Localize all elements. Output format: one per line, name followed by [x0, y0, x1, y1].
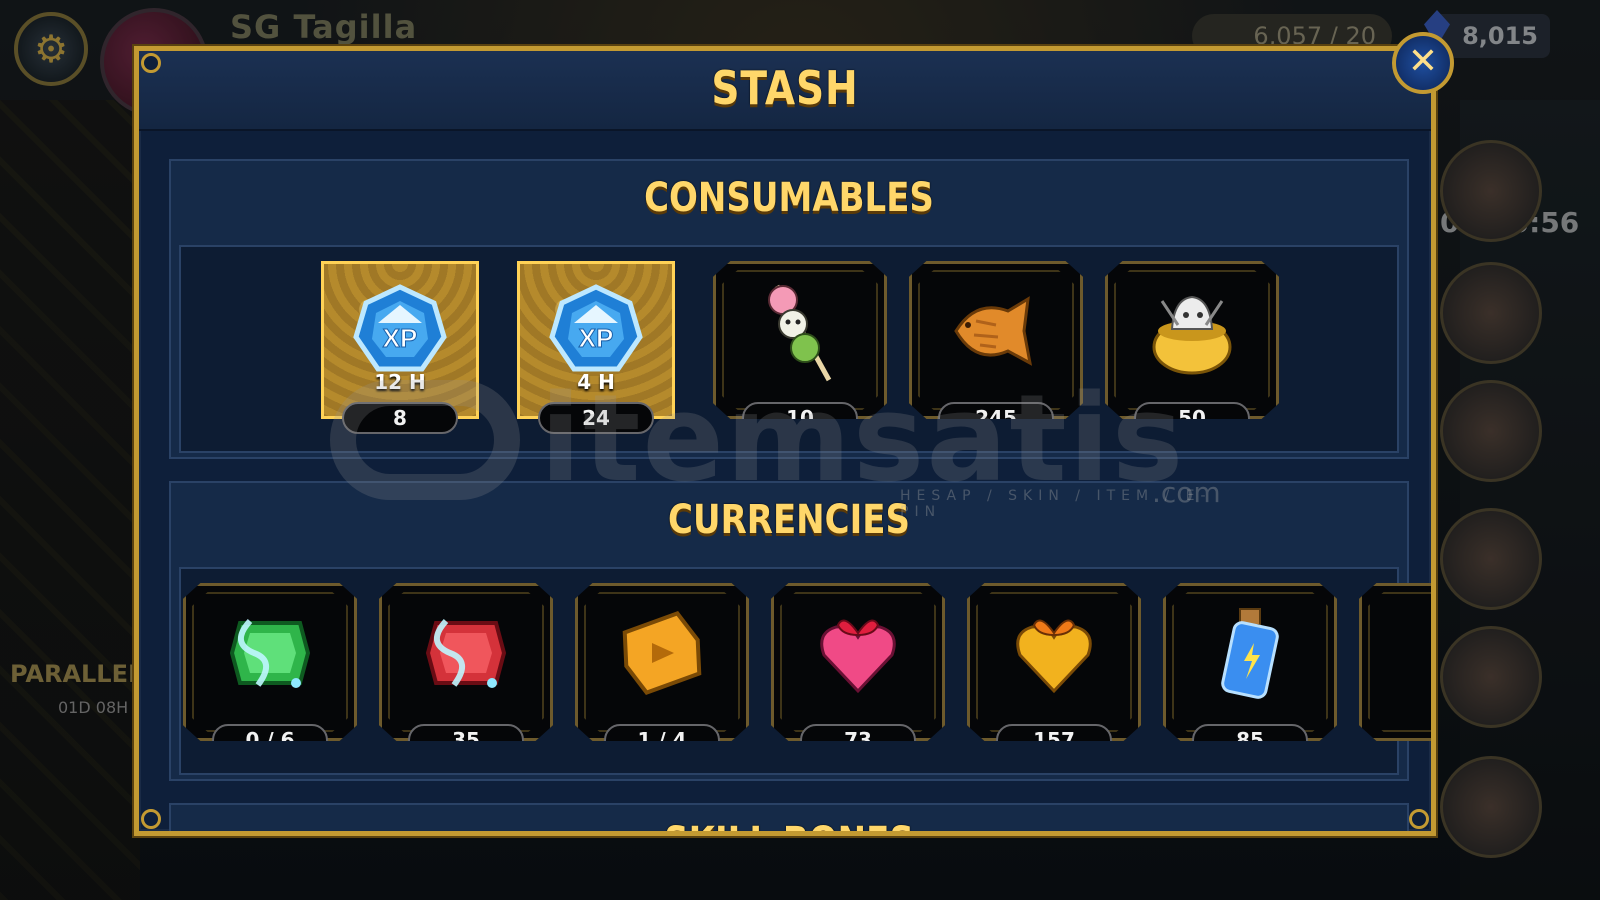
corner-ornament [141, 53, 161, 73]
dango-skewer-item[interactable]: 10 [713, 261, 887, 419]
dango-skewer-icon [768, 284, 832, 382]
taiyaki-fish-icon [954, 296, 1033, 366]
energy-potion-icon [1221, 607, 1279, 699]
gold-heart-box-icon [1016, 619, 1092, 694]
currencies-title: CURRENCIES [668, 497, 910, 543]
consumables-section: CONSUMABLES XP 12 H 8 XP 4 H 24 10 245 5… [169, 159, 1409, 459]
modal-header: STASH [139, 51, 1431, 131]
item-count: 0 / 6 [212, 724, 328, 741]
xp-booster-12h-item[interactable]: XP 12 H 8 [321, 261, 479, 434]
slot-inner-frame [1368, 592, 1431, 732]
skill-bones-title: SKILL BONES [264, 819, 1315, 831]
item-count: 10 [742, 402, 858, 419]
item-count: 157 [996, 724, 1112, 741]
item-duration: 4 H [577, 370, 615, 394]
red-ticket-icon [425, 618, 507, 688]
partial-currency-item[interactable] [1359, 583, 1431, 741]
item-count: 85 [1192, 724, 1308, 741]
pink-heart-box-icon [820, 619, 896, 694]
item-count: 73 [800, 724, 916, 741]
item-duration: 12 H [374, 370, 426, 394]
svg-text:XP: XP [579, 323, 614, 353]
item-count: 1 / 4 [604, 724, 720, 741]
gold-heart-box-item[interactable]: 157 [967, 583, 1141, 741]
item-count: 8 [342, 402, 458, 434]
currencies-row[interactable]: 0 / 6 35 1 / 4 73 157 85 [179, 567, 1431, 775]
corner-ornament [1409, 809, 1429, 829]
gold-ticket-icon [622, 610, 702, 695]
xp-badge-icon: XP [549, 284, 643, 372]
energy-potion-item[interactable]: 85 [1163, 583, 1337, 741]
green-ticket-icon [229, 618, 311, 688]
stash-modal: STASH CONSUMABLES XP 12 H 8 XP 4 H 24 10… [134, 46, 1436, 836]
pink-heart-box-item[interactable]: 73 [771, 583, 945, 741]
item-count: 50 [1134, 402, 1250, 419]
consumables-row[interactable]: XP 12 H 8 XP 4 H 24 10 245 50 [179, 245, 1399, 453]
golden-pot-item[interactable]: 50 [1105, 261, 1279, 419]
svg-text:XP: XP [383, 323, 418, 353]
item-count: 245 [938, 402, 1054, 419]
golden-pot-icon [1152, 295, 1232, 375]
taiyaki-fish-item[interactable]: 245 [909, 261, 1083, 419]
red-ticket-item[interactable]: 35 [379, 583, 553, 741]
skill-bones-section: SKILL BONES [169, 803, 1409, 831]
gold-ticket-item[interactable]: 1 / 4 [575, 583, 749, 741]
modal-title: STASH [711, 61, 859, 115]
corner-ornament [141, 809, 161, 829]
item-count: 35 [408, 724, 524, 741]
item-count: 24 [538, 402, 654, 434]
consumables-title: CONSUMABLES [644, 175, 934, 221]
green-ticket-item[interactable]: 0 / 6 [183, 583, 357, 741]
xp-badge-icon: XP [353, 284, 447, 372]
currencies-section: CURRENCIES 0 / 6 35 1 / 4 73 157 85 [169, 481, 1431, 781]
xp-booster-4h-item[interactable]: XP 4 H 24 [517, 261, 675, 434]
close-button[interactable]: ✕ [1392, 32, 1454, 94]
